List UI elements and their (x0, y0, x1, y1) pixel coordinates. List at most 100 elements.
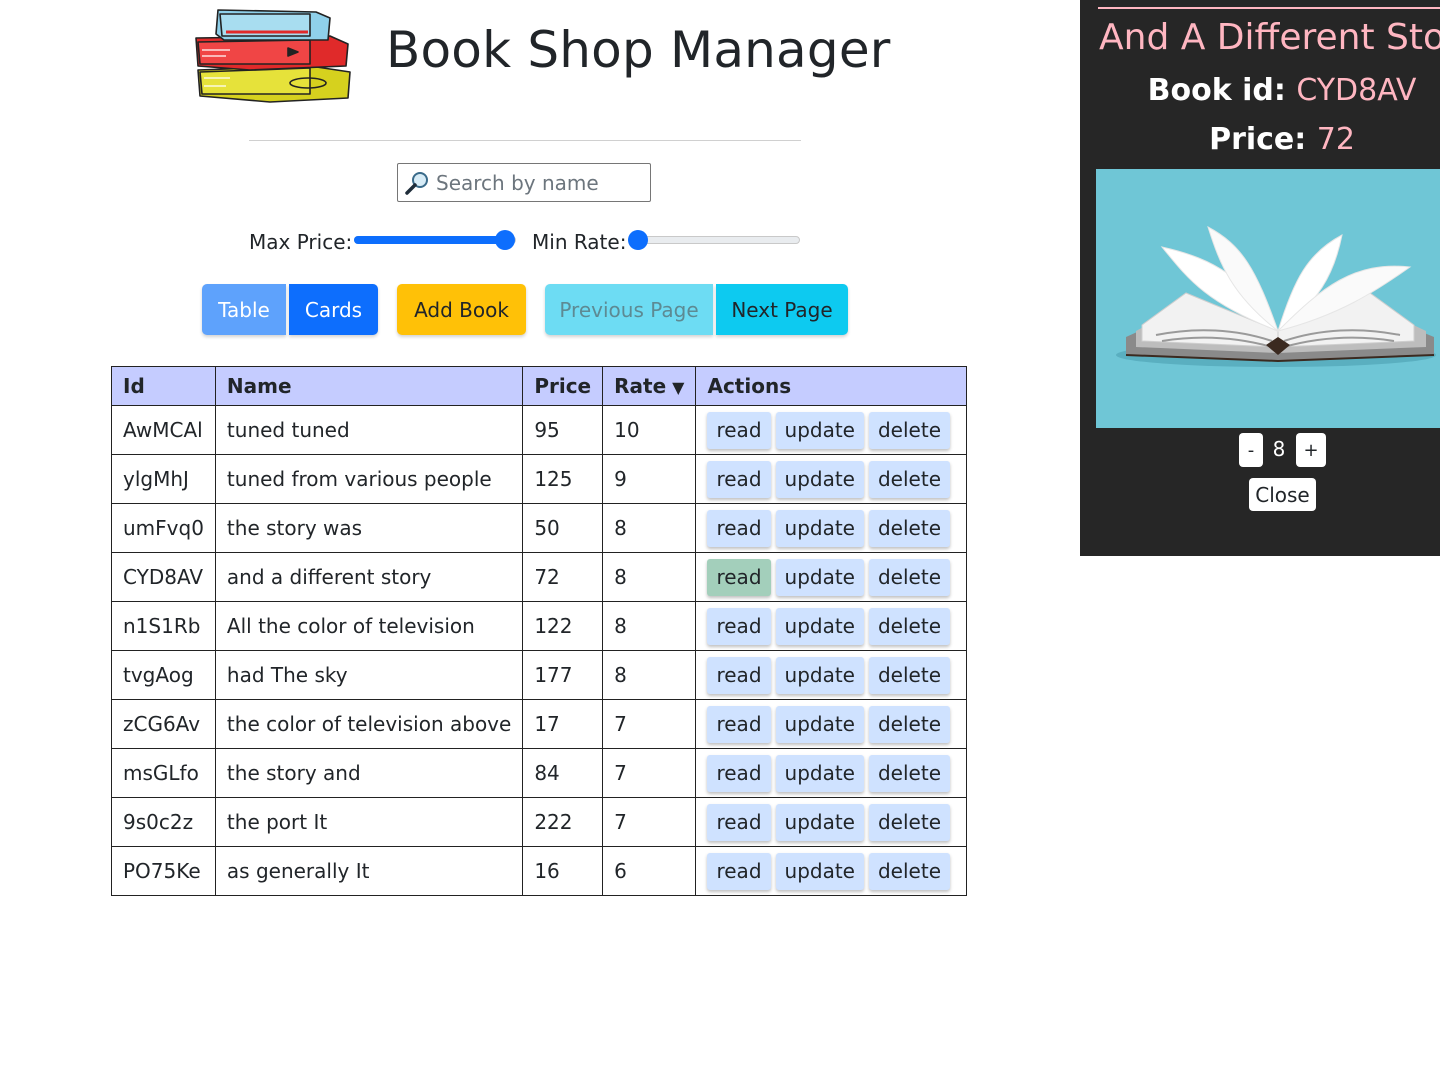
read-button[interactable]: read (707, 607, 771, 645)
delete-button[interactable]: delete (868, 754, 950, 792)
cell-price: 84 (522, 748, 604, 798)
update-button[interactable]: update (775, 803, 864, 841)
search-input[interactable] (436, 166, 644, 199)
panel-top-line (1098, 7, 1440, 9)
cell-name: All the color of television (214, 601, 524, 651)
read-button[interactable]: read (707, 852, 771, 890)
update-button[interactable]: update (775, 411, 864, 449)
update-button[interactable]: update (775, 460, 864, 498)
update-button[interactable]: update (775, 558, 864, 596)
sort-down-icon[interactable]: ▼ (672, 378, 684, 397)
min-rate-label: Min Rate: (532, 230, 627, 254)
cell-rate: 6 (602, 846, 697, 896)
cell-actions: read update delete (695, 699, 967, 749)
cell-actions: read update delete (695, 748, 967, 798)
table-row: 9s0c2z the port It 222 7 read update delete (111, 797, 967, 847)
delete-button[interactable]: delete (868, 852, 950, 890)
cell-price: 50 (522, 503, 604, 553)
delete-button[interactable]: delete (868, 803, 950, 841)
price-label: Price: (1209, 122, 1307, 157)
header-rate[interactable]: Rate ▼ (602, 366, 697, 406)
update-button[interactable]: update (775, 607, 864, 645)
cell-actions: read update delete (695, 601, 967, 651)
cell-id: 9s0c2z (111, 797, 216, 847)
delete-button[interactable]: delete (868, 411, 950, 449)
panel-price: Price: 72 (1080, 120, 1440, 160)
delete-button[interactable]: delete (868, 509, 950, 547)
cell-rate: 7 (602, 748, 697, 798)
slider-thumb[interactable] (494, 230, 515, 250)
read-button[interactable]: read (707, 558, 771, 596)
cell-name: and a different story (214, 552, 524, 602)
book-stack-icon (195, 9, 351, 103)
cell-rate: 8 (602, 650, 697, 700)
cell-actions: read update delete (695, 846, 967, 896)
header-price: Price (522, 366, 604, 406)
table-row: zCG6Av the color of television above 17 7 re… (111, 699, 967, 749)
cell-rate: 8 (602, 552, 697, 602)
cell-name: had The sky (214, 650, 524, 700)
read-button[interactable]: read (707, 705, 771, 743)
delete-button[interactable]: delete (868, 656, 950, 694)
add-book-button[interactable]: Add Book (397, 284, 526, 335)
update-button[interactable]: update (775, 852, 864, 890)
delete-button[interactable]: delete (868, 460, 950, 498)
cell-id: AwMCAl (111, 405, 216, 455)
read-button[interactable]: read (707, 411, 771, 449)
header-actions: Actions (695, 366, 967, 406)
delete-button[interactable]: delete (868, 705, 950, 743)
open-book-icon (1116, 225, 1436, 367)
cards-view-button[interactable]: Cards (289, 284, 378, 335)
read-button[interactable]: read (707, 460, 771, 498)
cell-rate: 8 (602, 503, 697, 553)
cell-id: tvgAog (111, 650, 216, 700)
cell-id: msGLfo (111, 748, 216, 798)
read-button[interactable]: read (707, 509, 771, 547)
table-row: n1S1Rb All the color of television 122 8 rea… (111, 601, 967, 651)
previous-page-button[interactable]: Previous Page (545, 284, 713, 335)
panel-book-id: Book id: CYD8AV (1080, 71, 1440, 111)
cell-actions: read update delete (695, 503, 967, 553)
cell-rate: 8 (602, 601, 697, 651)
min-rate-slider[interactable] (628, 230, 800, 250)
read-button[interactable]: read (707, 803, 771, 841)
table-view-button[interactable]: Table (202, 284, 286, 335)
table-row: PO75Ke as generally It 16 6 read update delete (111, 846, 967, 896)
cell-id: CYD8AV (111, 552, 216, 602)
book-id-label: Book id: (1147, 73, 1286, 108)
delete-button[interactable]: delete (868, 607, 950, 645)
cell-price: 72 (522, 552, 604, 602)
slider-thumb[interactable] (628, 230, 648, 250)
search-box[interactable] (397, 163, 651, 202)
panel-book-title: And A Different Stor (1099, 17, 1440, 58)
cell-rate: 7 (602, 699, 697, 749)
decrease-quantity-button[interactable]: - (1239, 433, 1263, 467)
book-detail-panel: And A Different Stor Book id: CYD8AV Pri… (1080, 0, 1440, 556)
table-row: ylgMhJ tuned from various people 125 9 read u… (111, 454, 967, 504)
max-price-slider[interactable] (354, 230, 516, 250)
cell-actions: read update delete (695, 405, 967, 455)
cell-rate: 7 (602, 797, 697, 847)
read-button[interactable]: read (707, 754, 771, 792)
update-button[interactable]: update (775, 509, 864, 547)
update-button[interactable]: update (775, 705, 864, 743)
cell-actions: read update delete (695, 552, 967, 602)
cell-id: ylgMhJ (111, 454, 216, 504)
update-button[interactable]: update (775, 656, 864, 694)
close-panel-button[interactable]: Close (1249, 478, 1316, 511)
slider-track (638, 236, 800, 244)
max-price-label: Max Price: (249, 230, 353, 254)
cell-rate: 9 (602, 454, 697, 504)
header-divider (249, 140, 801, 141)
delete-button[interactable]: delete (868, 558, 950, 596)
cell-name: the color of television above (214, 699, 524, 749)
cell-name: as generally It (214, 846, 524, 896)
cell-price: 222 (522, 797, 604, 847)
read-button[interactable]: read (707, 656, 771, 694)
book-id-value: CYD8AV (1296, 73, 1417, 108)
update-button[interactable]: update (775, 754, 864, 792)
table-row: tvgAog had The sky 177 8 read update delete (111, 650, 967, 700)
increase-quantity-button[interactable]: + (1296, 433, 1326, 467)
cell-price: 122 (522, 601, 604, 651)
next-page-button[interactable]: Next Page (716, 284, 848, 335)
